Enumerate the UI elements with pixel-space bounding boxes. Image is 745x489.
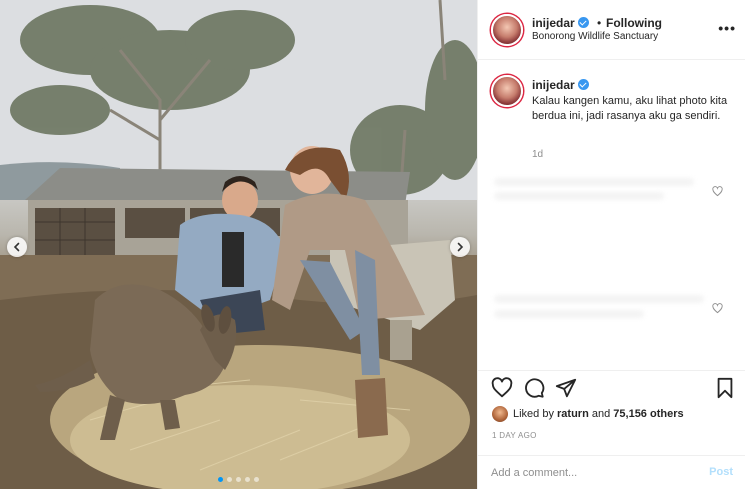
author-avatar[interactable] bbox=[491, 14, 523, 46]
author-username-text[interactable]: inijedar bbox=[532, 16, 575, 30]
likes-summary: Liked by raturn and 75,156 others bbox=[492, 406, 684, 422]
likes-text[interactable]: Liked by raturn and 75,156 others bbox=[513, 408, 684, 420]
verified-badge-icon bbox=[577, 79, 589, 90]
carousel-dot bbox=[218, 477, 223, 482]
author-username[interactable]: inijedar bbox=[532, 16, 589, 30]
carousel-dot bbox=[227, 477, 232, 482]
carousel-dot bbox=[245, 477, 250, 482]
chevron-right-icon bbox=[457, 242, 464, 252]
blurred-comment bbox=[494, 310, 644, 318]
comment-icon[interactable] bbox=[523, 377, 545, 399]
chevron-left-icon bbox=[13, 242, 20, 252]
post-location[interactable]: Bonorong Wildlife Sanctuary bbox=[532, 31, 658, 42]
blurred-comment bbox=[494, 178, 694, 186]
blurred-comment bbox=[494, 295, 704, 303]
bookmark-icon[interactable] bbox=[715, 377, 735, 399]
caption-age: 1d bbox=[532, 149, 544, 160]
header-separator: • bbox=[597, 16, 602, 30]
carousel-dots bbox=[0, 477, 477, 482]
post-comment-button[interactable]: Post bbox=[709, 466, 733, 478]
post-photo[interactable] bbox=[0, 0, 477, 489]
share-icon[interactable] bbox=[555, 377, 577, 399]
carousel-dot bbox=[254, 477, 259, 482]
heart-icon[interactable] bbox=[491, 377, 513, 399]
likes-prefix: Liked by bbox=[513, 408, 558, 420]
post-timestamp[interactable]: 1 DAY AGO bbox=[492, 431, 537, 440]
comment-like-heart-icon[interactable] bbox=[712, 186, 723, 197]
more-options-icon[interactable]: ••• bbox=[718, 20, 736, 36]
comment-like-heart-icon[interactable] bbox=[712, 303, 723, 314]
likes-user[interactable]: raturn bbox=[557, 408, 589, 420]
carousel-prev-button[interactable] bbox=[7, 237, 27, 257]
post-actions: Liked by raturn and 75,156 others 1 DAY … bbox=[478, 370, 745, 460]
likes-middle: and bbox=[588, 408, 614, 420]
caption-username[interactable]: inijedar bbox=[532, 78, 589, 92]
comment-input[interactable] bbox=[491, 464, 691, 482]
caption-avatar[interactable] bbox=[491, 75, 523, 107]
comments-list bbox=[478, 170, 745, 370]
photo-scene bbox=[0, 0, 477, 489]
add-comment-bar: Post bbox=[478, 455, 745, 489]
carousel-next-button[interactable] bbox=[450, 237, 470, 257]
liker-avatar[interactable] bbox=[492, 406, 508, 422]
likes-count[interactable]: 75,156 others bbox=[613, 408, 683, 420]
caption-text: Kalau kangen kamu, aku lihat photo kita … bbox=[532, 95, 728, 122]
carousel-dot bbox=[236, 477, 241, 482]
following-button[interactable]: Following bbox=[606, 16, 662, 30]
blurred-comment bbox=[494, 192, 664, 200]
post-header: inijedar • Following Bonorong Wildlife S… bbox=[478, 0, 745, 60]
post-side-panel: inijedar • Following Bonorong Wildlife S… bbox=[477, 0, 745, 489]
verified-badge-icon bbox=[577, 17, 589, 28]
caption-username-text[interactable]: inijedar bbox=[532, 78, 575, 92]
